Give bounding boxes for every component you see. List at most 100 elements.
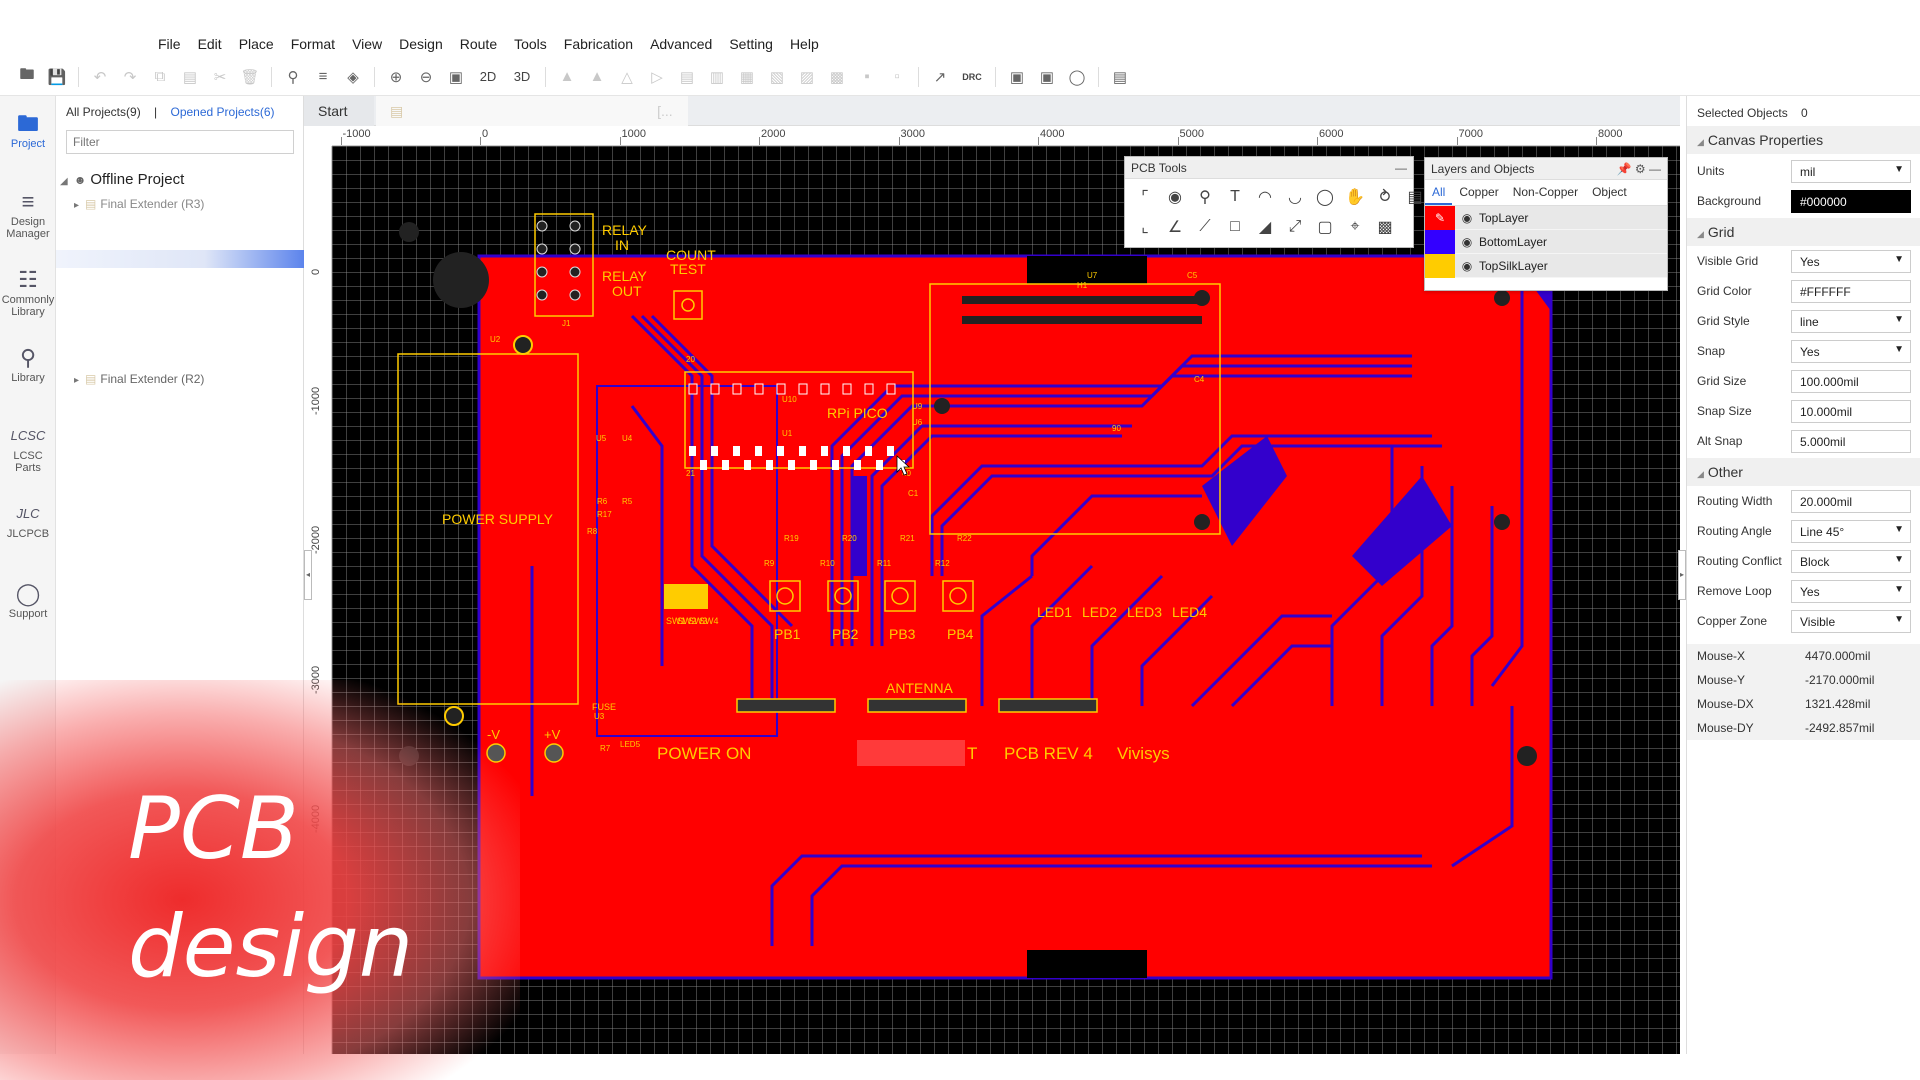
- bom-icon[interactable]: ▣: [1005, 65, 1029, 89]
- pin-icon[interactable]: 📌: [1617, 162, 1632, 176]
- align-center-h-icon[interactable]: ▤: [675, 65, 699, 89]
- copper-zone-select[interactable]: Visible ▼: [1791, 610, 1911, 633]
- redo-icon[interactable]: ↷: [118, 65, 142, 89]
- highlight-net-icon[interactable]: ◈: [341, 65, 365, 89]
- layer-tab-non-copper[interactable]: Non-Copper: [1506, 180, 1585, 205]
- eye-icon[interactable]: ◉: [1455, 211, 1479, 225]
- jumper-tool-icon[interactable]: ⤢: [1281, 213, 1309, 241]
- arrange-icon[interactable]: ▩: [825, 65, 849, 89]
- menu-advanced[interactable]: Advanced: [650, 36, 712, 52]
- solid-region-icon[interactable]: □: [1221, 213, 1249, 241]
- layer-row-top[interactable]: ✎ ◉ TopLayer: [1425, 205, 1667, 230]
- caret-right-icon[interactable]: ▸: [74, 200, 79, 211]
- view-2d-button[interactable]: 2D: [474, 65, 502, 89]
- undo-icon[interactable]: ↶: [88, 65, 112, 89]
- layer-row-top-silk[interactable]: ◉ TopSilkLayer: [1425, 253, 1667, 278]
- menu-view[interactable]: View: [352, 36, 382, 52]
- view-3d-button[interactable]: 3D: [508, 65, 536, 89]
- settings-gear-icon[interactable]: ⚙: [1635, 162, 1646, 176]
- arc-center-tool-icon[interactable]: ◡: [1281, 183, 1309, 211]
- menu-fabrication[interactable]: Fabrication: [564, 36, 633, 52]
- open-folder-icon[interactable]: 🖿: [15, 65, 39, 89]
- nav-commonly-library[interactable]: ☷ Commonly Library: [0, 266, 56, 318]
- export-icon[interactable]: ↗: [928, 65, 952, 89]
- align-center-v-icon[interactable]: ▥: [705, 65, 729, 89]
- snap-select[interactable]: Yes ▼: [1791, 340, 1911, 363]
- left-panel-collapse-handle[interactable]: ◂: [304, 550, 312, 600]
- align-bottom-icon[interactable]: ▷: [645, 65, 669, 89]
- pad-tool-icon[interactable]: ⚲: [1191, 183, 1219, 211]
- search-icon[interactable]: ⚲: [281, 65, 305, 89]
- layer-tab-object[interactable]: Object: [1585, 180, 1634, 205]
- routing-angle-select[interactable]: Line 45° ▼: [1791, 520, 1911, 543]
- layers-header[interactable]: Layers and Objects 📌 ⚙ —: [1425, 158, 1667, 180]
- caret-down-icon[interactable]: ◢: [60, 176, 68, 187]
- remove-loop-select[interactable]: Yes ▼: [1791, 580, 1911, 603]
- paste-icon[interactable]: ▤: [178, 65, 202, 89]
- pencil-icon[interactable]: ✎: [1425, 205, 1455, 230]
- filter-input[interactable]: [66, 130, 294, 154]
- layer-color-swatch[interactable]: [1425, 253, 1455, 278]
- align-right-icon[interactable]: ▲: [585, 65, 609, 89]
- menu-file[interactable]: File: [158, 36, 181, 52]
- menu-setting[interactable]: Setting: [729, 36, 773, 52]
- via-tool-icon[interactable]: ◉: [1161, 183, 1189, 211]
- grid-size-input[interactable]: 100.000mil: [1791, 370, 1911, 393]
- connect-pad-icon[interactable]: ⥁: [1371, 183, 1399, 211]
- align-grid-icon[interactable]: ▨: [795, 65, 819, 89]
- snap-size-input[interactable]: 10.000mil: [1791, 400, 1911, 423]
- routing-width-input[interactable]: 20.000mil: [1791, 490, 1911, 513]
- align-left-icon[interactable]: ▲: [555, 65, 579, 89]
- nav-jlcpcb[interactable]: JLC JLCPCB: [0, 500, 56, 540]
- nav-design-manager[interactable]: ≡ Design Manager: [0, 188, 56, 240]
- zoom-in-icon[interactable]: ⊕: [384, 65, 408, 89]
- minimize-icon[interactable]: —: [1649, 162, 1661, 176]
- layer-row-bottom[interactable]: ◉ BottomLayer: [1425, 229, 1667, 254]
- angle-tool-icon[interactable]: ∠: [1161, 213, 1189, 241]
- background-color-input[interactable]: #000000: [1791, 190, 1911, 213]
- grid-color-input[interactable]: #FFFFFF: [1791, 280, 1911, 303]
- grid-style-select[interactable]: line ▼: [1791, 310, 1911, 333]
- layer-tab-all[interactable]: All: [1425, 180, 1453, 205]
- zoom-out-icon[interactable]: ⊖: [414, 65, 438, 89]
- pcb-tools-header[interactable]: PCB Tools —: [1125, 157, 1413, 179]
- nav-project[interactable]: 🖿 Project: [0, 110, 56, 150]
- group-icon[interactable]: ▫: [885, 65, 909, 89]
- camera-icon[interactable]: ◯: [1065, 65, 1089, 89]
- image-export-icon[interactable]: ▤: [1108, 65, 1132, 89]
- dimension-tool-icon[interactable]: ⌞: [1131, 213, 1159, 241]
- layout-tool-icon[interactable]: ▩: [1371, 213, 1399, 241]
- menu-edit[interactable]: Edit: [198, 36, 222, 52]
- tab-pcb-file[interactable]: ▤ [...: [376, 96, 688, 126]
- right-panel-collapse-handle[interactable]: ▸: [1678, 550, 1686, 600]
- fit-view-icon[interactable]: ▣: [444, 65, 468, 89]
- copy-icon[interactable]: ⧉: [148, 65, 172, 89]
- find-replace-icon[interactable]: ≡: [311, 65, 335, 89]
- canvas-properties-section[interactable]: ◢ Canvas Properties: [1687, 126, 1920, 154]
- distribute-v-icon[interactable]: ▧: [765, 65, 789, 89]
- drc-button[interactable]: DRC: [958, 65, 986, 89]
- layer-tab-copper[interactable]: Copper: [1452, 180, 1505, 205]
- eye-icon[interactable]: ◉: [1455, 259, 1479, 273]
- canvas-origin-icon[interactable]: ⌖: [1341, 213, 1369, 241]
- cut-icon[interactable]: ✂: [208, 65, 232, 89]
- nav-support[interactable]: ◯ Support: [0, 580, 56, 620]
- units-select[interactable]: mil ▼: [1791, 160, 1911, 183]
- layout-icon[interactable]: ▪: [855, 65, 879, 89]
- gerber-icon[interactable]: ▣: [1035, 65, 1059, 89]
- routing-conflict-select[interactable]: Block ▼: [1791, 550, 1911, 573]
- circle-tool-icon[interactable]: ◯: [1311, 183, 1339, 211]
- pan-hand-icon[interactable]: ✋: [1341, 183, 1369, 211]
- visible-grid-select[interactable]: Yes ▼: [1791, 250, 1911, 273]
- alt-snap-input[interactable]: 5.000mil: [1791, 430, 1911, 453]
- minimize-icon[interactable]: —: [1395, 157, 1407, 179]
- menu-place[interactable]: Place: [239, 36, 274, 52]
- layer-color-swatch[interactable]: [1425, 229, 1455, 254]
- menu-format[interactable]: Format: [291, 36, 335, 52]
- tree-selection-highlight[interactable]: [56, 250, 304, 268]
- tree-root-offline-project[interactable]: ◢ ☻ Offline Project: [60, 171, 184, 188]
- copper-area-icon[interactable]: ◢: [1251, 213, 1279, 241]
- menu-help[interactable]: Help: [790, 36, 819, 52]
- other-section[interactable]: ◢ Other: [1687, 458, 1920, 486]
- opened-projects-tab[interactable]: Opened Projects(6): [171, 105, 275, 119]
